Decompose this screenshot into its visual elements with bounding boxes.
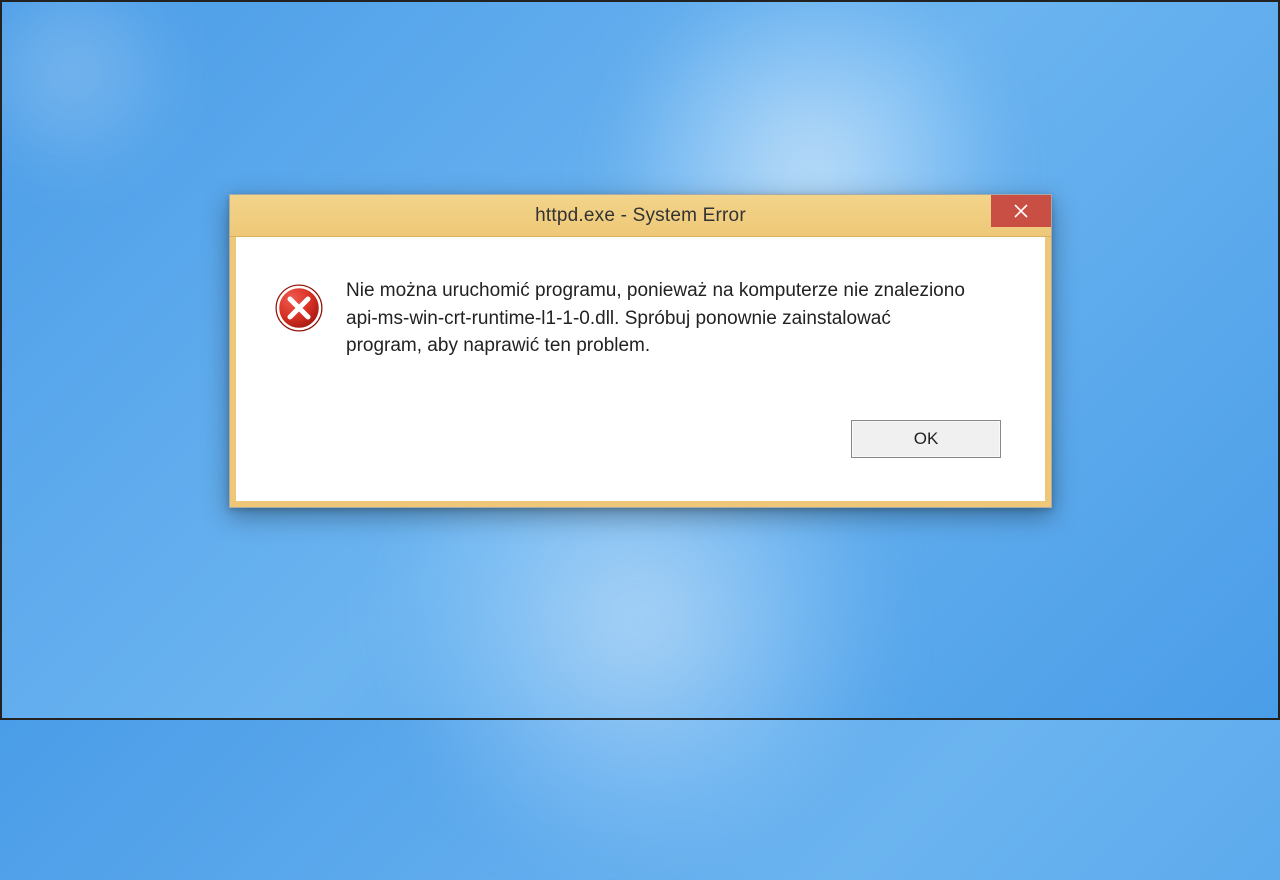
error-icon (274, 283, 324, 338)
dialog-content: Nie można uruchomić programu, ponieważ n… (274, 277, 1007, 360)
dialog-title: httpd.exe - System Error (230, 205, 1051, 227)
dialog-body: Nie można uruchomić programu, ponieważ n… (230, 237, 1051, 507)
error-dialog: httpd.exe - System Error (229, 194, 1052, 508)
close-icon (1014, 204, 1028, 218)
dialog-button-row: OK (274, 420, 1007, 458)
error-message: Nie można uruchomić programu, ponieważ n… (346, 277, 966, 360)
close-button[interactable] (991, 195, 1051, 227)
ok-button[interactable]: OK (851, 420, 1001, 458)
dialog-titlebar[interactable]: httpd.exe - System Error (230, 195, 1051, 237)
